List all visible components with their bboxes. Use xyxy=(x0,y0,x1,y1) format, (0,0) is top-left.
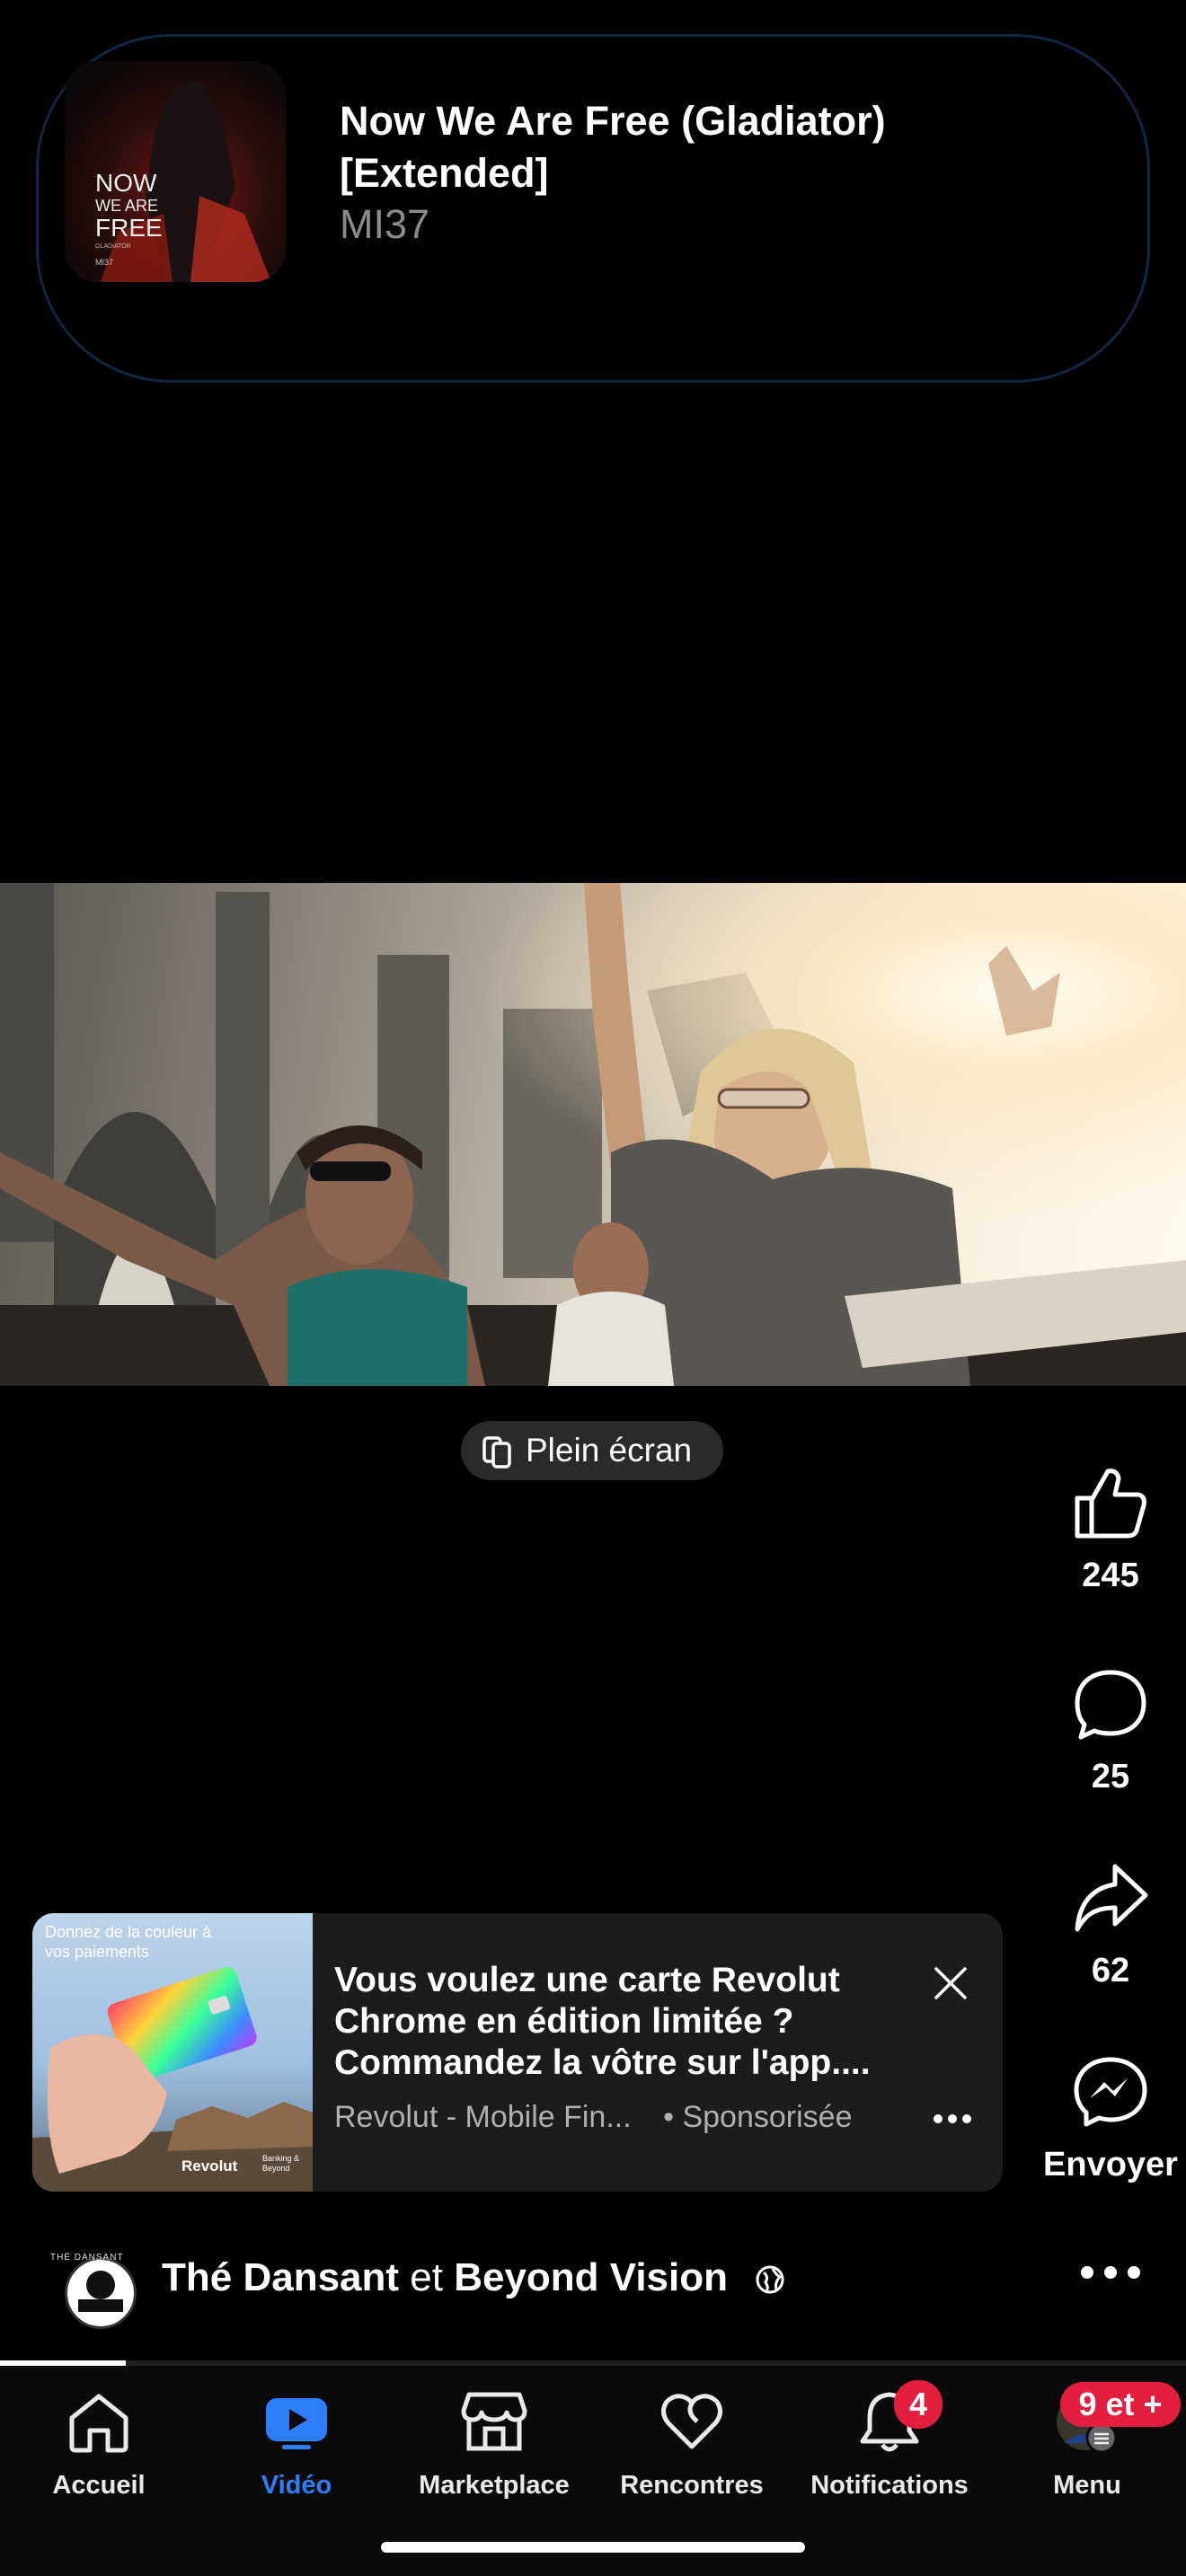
notifications-badge: 4 xyxy=(894,2380,943,2429)
ad-source: Revolut - Mobile Fin... • Sponsorisée xyxy=(334,2100,852,2135)
nav-video[interactable]: Vidéo xyxy=(198,2389,395,2501)
album-art-text: NOW xyxy=(95,169,157,197)
send-label: Envoyer xyxy=(1043,2146,1178,2183)
track-artist: MI37 xyxy=(340,201,430,247)
ad-image-brand: Revolut xyxy=(181,2157,238,2175)
album-art: NOW WE ARE FREE GLADIATOR MI37 xyxy=(65,61,286,282)
more-options-icon[interactable] xyxy=(933,2113,972,2125)
author-name-2[interactable]: Beyond Vision xyxy=(454,2255,728,2299)
share-count: 62 xyxy=(1091,1952,1130,1989)
nav-home[interactable]: Accueil xyxy=(0,2389,198,2501)
track-title: Now We Are Free (Gladiator) [Extended] xyxy=(340,98,886,196)
nav-notifications[interactable]: Notifications xyxy=(791,2389,988,2501)
heart-icon xyxy=(661,2394,722,2449)
video-frame-image xyxy=(0,883,1186,1386)
nav-label: Vidéo xyxy=(261,2471,332,2500)
album-art-text: FREE xyxy=(95,214,163,242)
fullscreen-button[interactable]: Plein écran xyxy=(461,1421,723,1480)
comment-button[interactable]: 25 xyxy=(1042,1667,1179,1796)
video-icon xyxy=(266,2398,327,2449)
close-icon[interactable] xyxy=(933,1965,969,2001)
sponsored-ad-card[interactable]: Donnez de la couleur à vos paiements Rev… xyxy=(32,1913,1003,2192)
nav-label: Menu xyxy=(1053,2471,1121,2500)
thumbs-up-icon xyxy=(1075,1469,1146,1539)
comment-icon xyxy=(1075,1670,1146,1740)
avatar-logo xyxy=(78,2271,123,2312)
nav-marketplace[interactable]: Marketplace xyxy=(395,2389,593,2501)
nav-label: Marketplace xyxy=(419,2471,570,2500)
like-button[interactable]: 245 xyxy=(1042,1466,1179,1595)
globe-icon xyxy=(756,2265,784,2294)
ad-advertiser: Revolut - Mobile Fin... xyxy=(334,2100,632,2134)
video-player[interactable] xyxy=(0,883,1186,1386)
share-button[interactable]: 62 xyxy=(1042,1861,1179,1990)
nav-label: Notifications xyxy=(810,2471,969,2500)
ad-sponsored-label: • Sponsorisée xyxy=(663,2100,853,2134)
nav-label: Accueil xyxy=(52,2471,146,2500)
fullscreen-icon xyxy=(482,1436,511,1469)
fullscreen-label: Plein écran xyxy=(526,1432,693,1469)
menu-badge: 9 et + xyxy=(1060,2382,1181,2427)
comment-count: 25 xyxy=(1091,1758,1130,1795)
album-art-text: GLADIATOR xyxy=(95,243,131,250)
author-name-1[interactable]: Thé Dansant xyxy=(162,2255,399,2299)
home-indicator[interactable] xyxy=(381,2542,805,2553)
nav-dating[interactable]: Rencontres xyxy=(593,2389,791,2501)
author-conjunction: et xyxy=(399,2255,455,2299)
avatar-label: THÉ DANSANT xyxy=(50,2253,124,2263)
nav-label: Rencontres xyxy=(620,2471,764,2500)
messenger-icon xyxy=(1074,2057,1147,2127)
post-more-icon[interactable] xyxy=(1078,2263,1143,2281)
album-art-text: MI37 xyxy=(95,258,114,267)
ad-headline[interactable]: Vous voulez une carte Revolut Chrome en … xyxy=(334,1960,909,2084)
ad-image-tagline: Banking & Beyond xyxy=(262,2154,300,2173)
home-icon xyxy=(69,2394,128,2453)
album-art-text: WE ARE xyxy=(95,197,159,215)
marketplace-icon xyxy=(461,2392,527,2451)
author-avatar[interactable] xyxy=(65,2257,137,2329)
share-icon xyxy=(1075,1864,1148,1932)
send-button[interactable]: Envoyer xyxy=(1042,2055,1179,2184)
author-line: Thé Dansant et Beyond Vision xyxy=(162,2255,785,2300)
ad-image[interactable]: Donnez de la couleur à vos paiements Rev… xyxy=(32,1913,313,2192)
like-count: 245 xyxy=(1082,1557,1139,1594)
